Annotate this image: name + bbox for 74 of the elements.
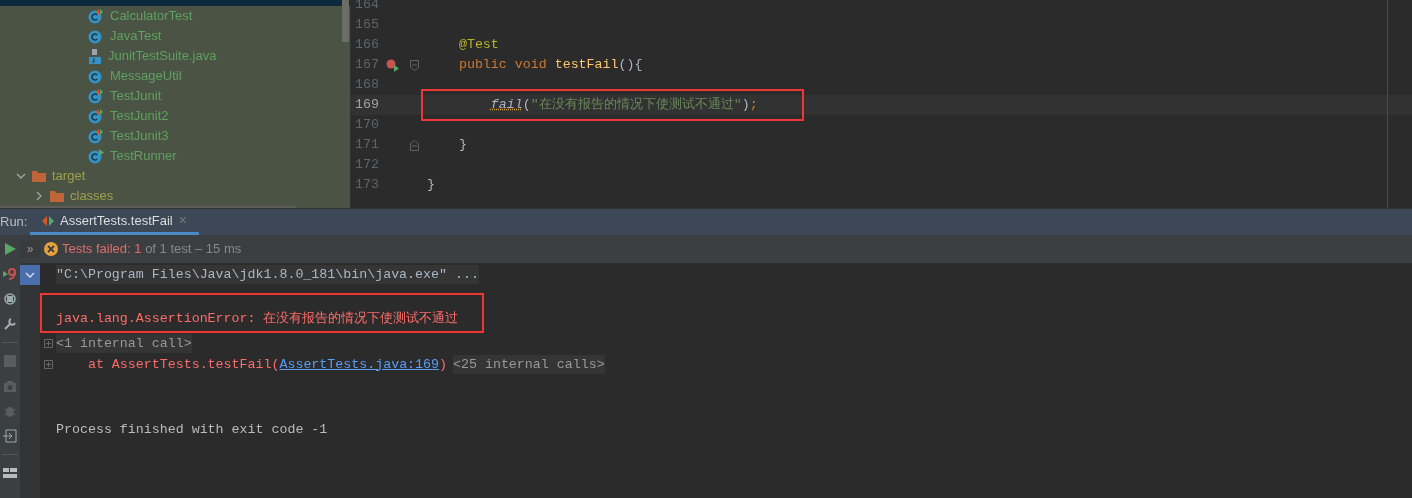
fold-icon[interactable] [409, 139, 419, 151]
run-icon[interactable] [3, 242, 17, 256]
code-token: ) [741, 96, 750, 115]
expand-icon[interactable] [43, 339, 53, 348]
folder-icon [32, 170, 46, 182]
expand-button[interactable]: » [20, 240, 40, 258]
folder-icon [50, 190, 64, 202]
console-text: Process finished with exit code -1 [56, 420, 328, 439]
class-test-icon [88, 88, 104, 104]
camera-icon[interactable] [3, 379, 17, 393]
code-token: ( [522, 96, 531, 115]
error-message: java.lang.AssertionError: 在没有报告的情况下使测试不通过 [56, 310, 459, 329]
chevron-down-icon[interactable] [16, 171, 26, 181]
toggle-icon[interactable] [3, 292, 17, 306]
class-test-icon [88, 128, 104, 144]
collapse-button[interactable] [20, 265, 40, 285]
tree-item-label[interactable]: TestJunit3 [110, 126, 169, 146]
layout-icon[interactable] [3, 466, 17, 480]
java-file-icon [88, 48, 102, 64]
source-link[interactable]: AssertTests.java:169 [279, 356, 440, 372]
line-number: 165 [354, 16, 379, 35]
line-number: 173 [354, 176, 379, 195]
code-token: } [427, 176, 435, 195]
line-number: 164 [354, 0, 379, 15]
rerun-failed-icon[interactable] [3, 267, 17, 281]
line-number: 170 [354, 116, 379, 135]
test-result-icon [42, 215, 54, 226]
line-number: 167 [354, 56, 379, 75]
tree-item-label[interactable]: target [52, 166, 86, 186]
class-test-icon [88, 108, 104, 124]
folded-calls[interactable]: <1 internal call> [56, 333, 192, 354]
tree-item-label[interactable]: CalculatorTest [110, 6, 193, 26]
scrollbar-thumb[interactable] [342, 0, 349, 42]
class-icon [88, 68, 104, 84]
run-error-icon[interactable] [386, 58, 400, 72]
stop-icon[interactable] [3, 354, 17, 368]
class-icon [88, 28, 104, 44]
folded-calls[interactable]: <25 internal calls> [453, 354, 605, 375]
code-token: ; [749, 96, 758, 115]
code-token: } [457, 136, 467, 155]
code-token: (){ [618, 56, 643, 75]
line-number: 172 [354, 156, 379, 175]
exit-icon[interactable] [3, 429, 17, 443]
test-status-text: Tests failed: 1 of 1 test – 15 ms [62, 240, 242, 259]
chevron-right-icon[interactable] [34, 191, 44, 201]
code-token: public void [457, 56, 548, 75]
tree-item-label[interactable]: TestJunit2 [110, 106, 169, 126]
tree-item-label[interactable]: MessageUtil [110, 66, 182, 86]
line-number: 168 [354, 76, 379, 95]
stack-frame: at AssertTests.testFail(AssertTests.java:169) [56, 354, 447, 375]
expand-icon[interactable] [43, 360, 53, 369]
code-token: "在没有报告的情况下使测试不通过" [530, 96, 742, 115]
tree-item-label[interactable]: classes [70, 186, 114, 206]
wrench-icon[interactable] [3, 317, 17, 331]
line-number: 171 [354, 136, 379, 155]
tree-item-label[interactable]: TestJunit [110, 86, 162, 106]
line-number: 166 [354, 36, 379, 55]
class-run-icon [88, 148, 104, 164]
chevron-down-icon [25, 270, 35, 280]
scrollbar-thumb[interactable] [0, 206, 296, 208]
code-token: @Test [457, 36, 499, 55]
error-circle-icon [44, 242, 58, 256]
tab-title: AssertTests.testFail [60, 211, 173, 230]
code-token: testFail [554, 56, 619, 75]
tree-item-label[interactable]: TestRunner [110, 146, 177, 166]
class-test-icon [88, 8, 104, 24]
tree-item-label[interactable]: JunitTestSuite.java [108, 46, 217, 66]
fold-icon[interactable] [409, 59, 419, 71]
code-token: fail [489, 96, 523, 115]
bug-icon[interactable] [3, 404, 17, 418]
line-number: 169 [354, 96, 379, 115]
tree-item-label[interactable]: JavaTest [110, 26, 162, 46]
run-label: Run: [0, 213, 29, 232]
close-button[interactable]: × [178, 210, 187, 231]
